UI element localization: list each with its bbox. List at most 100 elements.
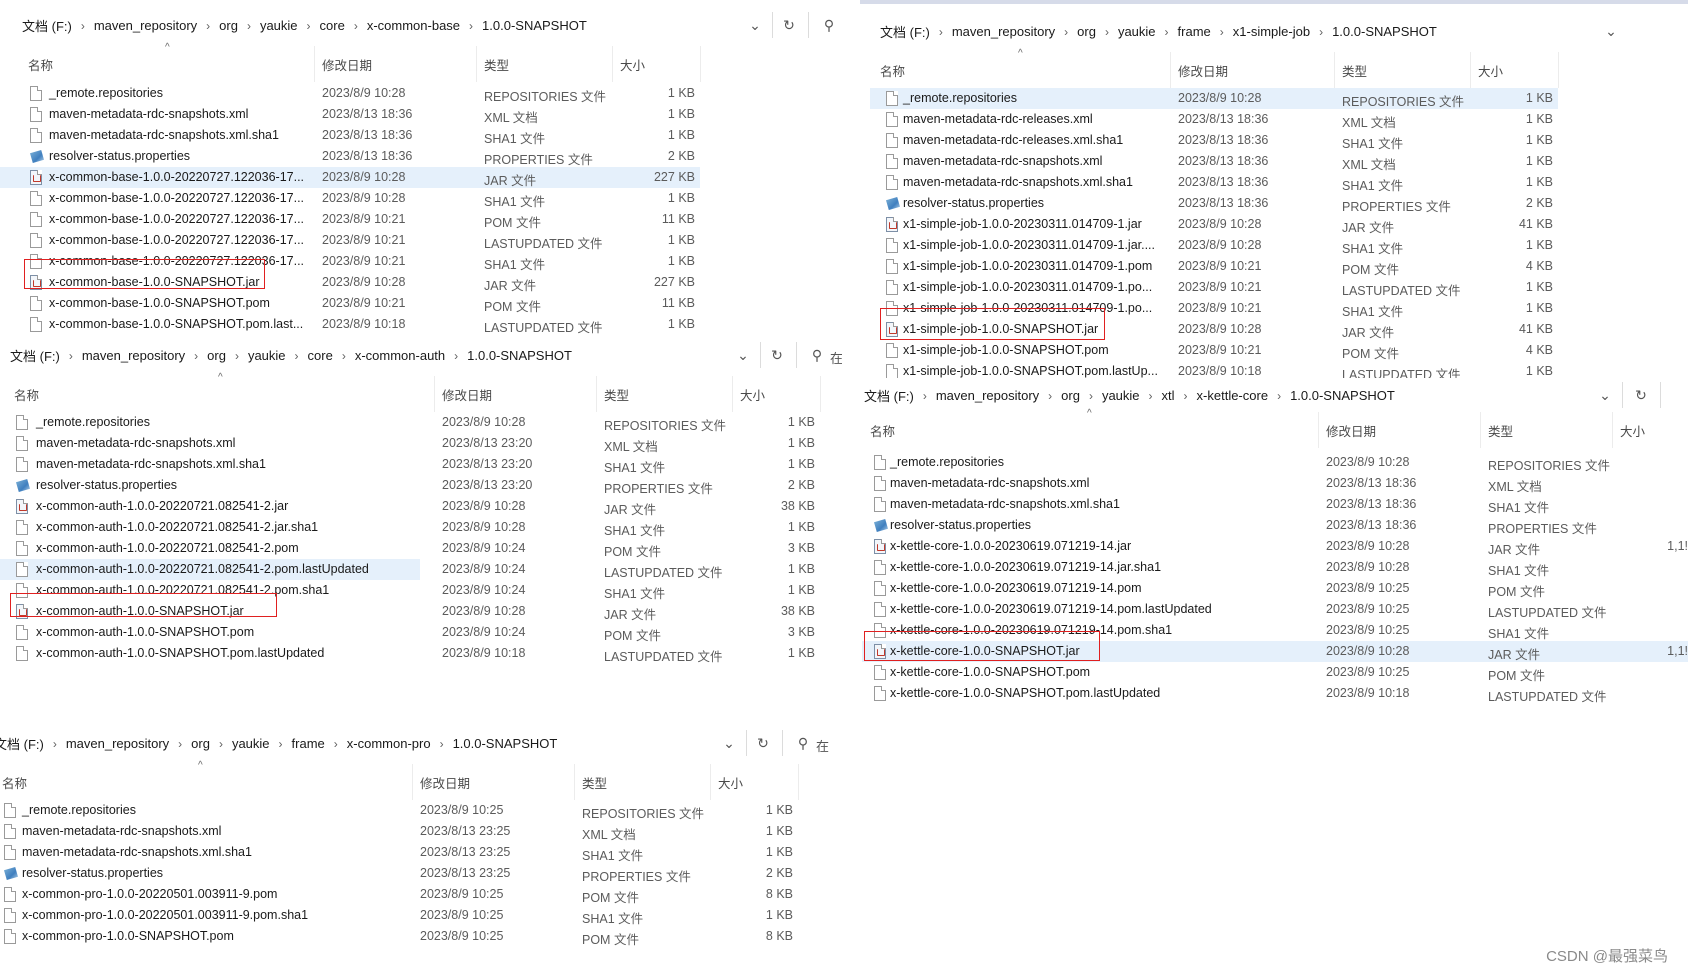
file-row[interactable]: maven-metadata-rdc-snapshots.xml.sha1 202… <box>0 125 850 146</box>
breadcrumb-folder[interactable]: org <box>217 18 240 33</box>
file-row[interactable]: maven-metadata-rdc-snapshots.xml 2023/8/1… <box>0 433 842 454</box>
file-row[interactable]: maven-metadata-rdc-snapshots.xml.sha1 202… <box>870 172 1630 193</box>
header-date[interactable]: 修改日期 <box>322 55 372 74</box>
address-bar[interactable]: 文档 (F:) › maven_repository › org › yaukie › … <box>862 378 1688 412</box>
breadcrumb-drive[interactable]: 文档 (F:) <box>878 22 932 41</box>
header-name[interactable]: 名称 <box>870 421 895 440</box>
file-row[interactable]: x-common-auth-1.0.0-20220721.082541-2.ja… <box>0 496 842 517</box>
file-row[interactable]: x-common-auth-1.0.0-20220721.082541-2.ja… <box>0 517 842 538</box>
breadcrumb-folder[interactable]: org <box>189 736 212 751</box>
file-row[interactable]: x-common-base-1.0.0-20220727.122036-17..… <box>0 188 850 209</box>
column-divider[interactable] <box>314 46 315 82</box>
breadcrumb-drive[interactable]: 文档 (F:) <box>0 734 46 753</box>
header-name[interactable]: 名称 <box>880 61 905 80</box>
file-row[interactable]: x1-simple-job-1.0.0-20230311.014709-1.po… <box>870 277 1630 298</box>
column-divider[interactable] <box>1480 412 1481 448</box>
breadcrumb-drive[interactable]: 文档 (F:) <box>8 346 62 365</box>
breadcrumb-folder[interactable]: x1-simple-job <box>1231 24 1312 39</box>
column-divider[interactable] <box>710 764 711 800</box>
breadcrumb-folder[interactable]: maven_repository <box>950 24 1057 39</box>
search-icon[interactable]: ⚲ <box>790 731 816 755</box>
column-divider[interactable] <box>700 46 701 82</box>
file-row[interactable]: resolver-status.properties 2023/8/13 23:2… <box>0 863 835 884</box>
file-row[interactable]: x-kettle-core-1.0.0-SNAPSHOT.pom 2023/8/9… <box>862 662 1688 683</box>
search-placeholder[interactable]: 在 <box>830 348 842 367</box>
file-row[interactable]: maven-metadata-rdc-snapshots.xml 2023/8/1… <box>870 151 1630 172</box>
column-divider[interactable] <box>1470 52 1471 88</box>
file-row[interactable]: x-kettle-core-1.0.0-20230619.071219-14.j… <box>862 536 1688 557</box>
breadcrumb-folder[interactable]: yaukie <box>246 348 288 363</box>
breadcrumb-folder[interactable]: frame <box>1176 24 1213 39</box>
search-placeholder[interactable]: 在 <box>816 736 829 755</box>
header-type[interactable]: 类型 <box>1342 61 1367 80</box>
breadcrumb-folder[interactable]: core <box>306 348 335 363</box>
file-row[interactable]: x-common-auth-1.0.0-20220721.082541-2.po… <box>0 538 842 559</box>
file-row[interactable]: x-common-pro-1.0.0-SNAPSHOT.pom 2023/8/9 … <box>0 926 835 947</box>
file-row[interactable]: _remote.repositories 2023/8/9 10:28 REPOSI… <box>0 412 842 433</box>
file-row[interactable]: maven-metadata-rdc-snapshots.xml.sha1 202… <box>0 454 842 475</box>
header-date[interactable]: 修改日期 <box>1178 61 1228 80</box>
breadcrumb-folder[interactable]: maven_repository <box>934 388 1041 403</box>
address-bar[interactable]: 文档 (F:) › maven_repository › org › yaukie › … <box>0 8 850 42</box>
header-name[interactable]: 名称 <box>14 385 39 404</box>
chevron-down-icon[interactable]: ⌄ <box>742 13 768 37</box>
column-divider[interactable] <box>1558 52 1559 88</box>
file-row[interactable]: maven-metadata-rdc-releases.xml.sha1 2023… <box>870 130 1630 151</box>
file-row[interactable]: x1-simple-job-1.0.0-20230311.014709-1.ja… <box>870 235 1630 256</box>
header-type[interactable]: 类型 <box>582 773 607 792</box>
file-row[interactable]: x1-simple-job-1.0.0-SNAPSHOT.pom 2023/8/9… <box>870 340 1630 361</box>
chevron-down-icon[interactable]: ⌄ <box>730 343 756 367</box>
breadcrumb-folder[interactable]: yaukie <box>1100 388 1142 403</box>
header-size[interactable]: 大小 <box>620 55 645 74</box>
column-divider[interactable] <box>596 376 597 412</box>
breadcrumb-folder[interactable]: maven_repository <box>92 18 199 33</box>
refresh-icon[interactable]: ↻ <box>764 343 790 367</box>
file-row[interactable]: x1-simple-job-1.0.0-SNAPSHOT.jar 2023/8/9… <box>870 319 1630 340</box>
header-date[interactable]: 修改日期 <box>442 385 492 404</box>
file-row[interactable]: x-common-auth-1.0.0-20220721.082541-2.po… <box>0 580 842 601</box>
column-divider[interactable] <box>1318 412 1319 448</box>
file-row[interactable]: x-kettle-core-1.0.0-SNAPSHOT.pom.lastUpd… <box>862 683 1688 704</box>
breadcrumb-drive[interactable]: 文档 (F:) <box>862 386 916 405</box>
file-row[interactable]: x-common-base-1.0.0-SNAPSHOT.jar 2023/8/9… <box>0 272 850 293</box>
chevron-down-icon[interactable]: ⌄ <box>1598 19 1624 43</box>
breadcrumb-folder[interactable]: frame <box>290 736 327 751</box>
header-date[interactable]: 修改日期 <box>420 773 470 792</box>
file-row[interactable]: x-common-base-1.0.0-20220727.122036-17..… <box>0 209 850 230</box>
file-row[interactable]: x-common-base-1.0.0-SNAPSHOT.pom.last...… <box>0 314 850 334</box>
header-size[interactable]: 大小 <box>718 773 743 792</box>
file-row[interactable]: resolver-status.properties 2023/8/13 23:2… <box>0 475 842 496</box>
header-size[interactable]: 大小 <box>740 385 765 404</box>
file-row[interactable]: _remote.repositories 2023/8/9 10:25 REPOSI… <box>0 800 835 821</box>
header-type[interactable]: 类型 <box>484 55 509 74</box>
breadcrumb-current[interactable]: 1.0.0-SNAPSHOT <box>1330 24 1439 39</box>
header-type[interactable]: 类型 <box>1488 421 1513 440</box>
column-divider[interactable] <box>412 764 413 800</box>
chevron-down-icon[interactable]: ⌄ <box>1592 383 1618 407</box>
breadcrumb-drive[interactable]: 文档 (F:) <box>20 16 74 35</box>
column-divider[interactable] <box>1334 52 1335 88</box>
column-divider[interactable] <box>434 376 435 412</box>
breadcrumb-folder[interactable]: x-common-base <box>365 18 462 33</box>
breadcrumb-folder[interactable]: yaukie <box>230 736 272 751</box>
header-size[interactable]: 大小 <box>1620 421 1645 440</box>
file-row[interactable]: _remote.repositories 2023/8/9 10:28 REPOSI… <box>870 88 1558 109</box>
refresh-icon[interactable]: ↻ <box>750 731 776 755</box>
file-row[interactable]: x-kettle-core-1.0.0-20230619.071219-14.j… <box>862 557 1688 578</box>
address-bar[interactable]: 文档 (F:) › maven_repository › org › yaukie › … <box>0 726 835 760</box>
breadcrumb-folder[interactable]: org <box>205 348 228 363</box>
search-icon[interactable]: ⚲ <box>816 13 842 37</box>
refresh-icon[interactable]: ↻ <box>1628 383 1654 407</box>
column-divider[interactable] <box>574 764 575 800</box>
address-bar[interactable]: 文档 (F:) › maven_repository › org › yaukie › … <box>0 338 842 372</box>
column-divider[interactable] <box>732 376 733 412</box>
column-divider[interactable] <box>1170 52 1171 88</box>
breadcrumb-folder[interactable]: x-common-auth <box>353 348 447 363</box>
chevron-down-icon[interactable]: ⌄ <box>716 731 742 755</box>
file-row[interactable]: maven-metadata-rdc-snapshots.xml 2023/8/1… <box>0 104 850 125</box>
breadcrumb-folder[interactable]: xtl <box>1160 388 1177 403</box>
file-row[interactable]: x-kettle-core-1.0.0-20230619.071219-14.p… <box>862 620 1688 641</box>
breadcrumb-folder[interactable]: x-common-pro <box>345 736 433 751</box>
file-row[interactable]: maven-metadata-rdc-snapshots.xml 2023/8/1… <box>0 821 835 842</box>
breadcrumb-folder[interactable]: yaukie <box>258 18 300 33</box>
